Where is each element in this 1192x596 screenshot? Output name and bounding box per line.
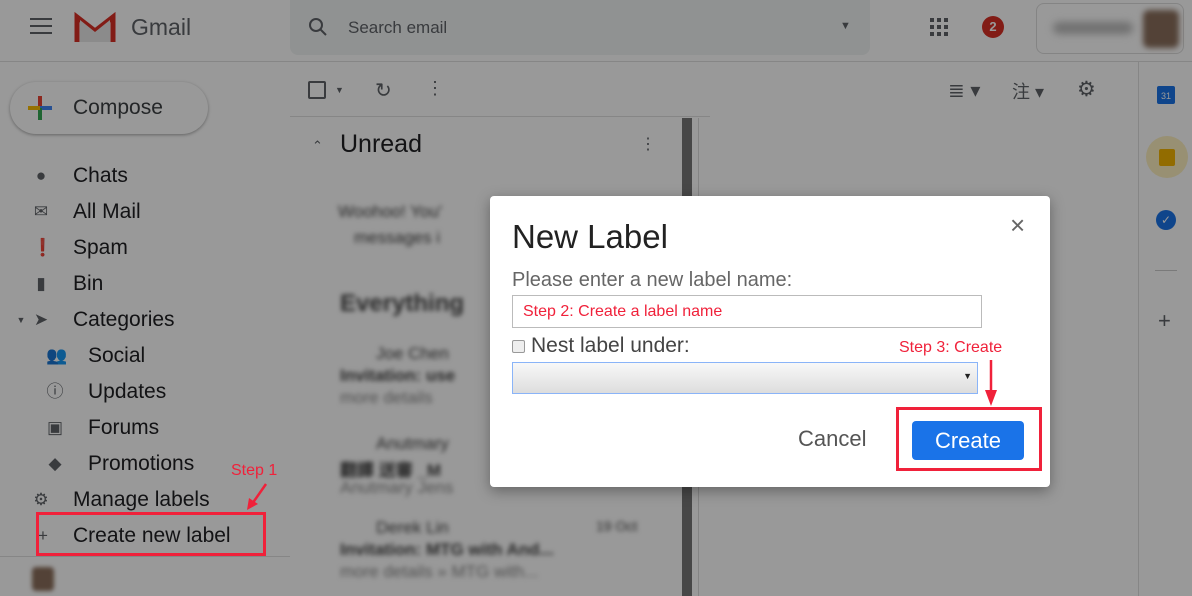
nest-label-checkbox[interactable] — [512, 340, 525, 353]
label-name-input[interactable] — [512, 295, 982, 328]
step1-arrow-icon — [247, 483, 268, 510]
dialog-title: New Label — [512, 218, 668, 255]
step3-arrow-icon — [985, 360, 997, 406]
label-name-prompt: Please enter a new label name: — [512, 269, 793, 291]
cancel-button[interactable]: Cancel — [798, 426, 866, 452]
step3-annotation: Step 3: Create — [899, 339, 1003, 356]
nest-label-text: Nest label under: — [531, 334, 690, 357]
parent-label-select[interactable]: ▼ — [512, 362, 978, 394]
dropdown-arrow-icon: ▼ — [963, 371, 972, 381]
close-icon[interactable]: × — [1010, 210, 1025, 241]
step3-highlight — [896, 407, 1042, 471]
step1-annotation: Step 1 — [231, 462, 278, 479]
step1-highlight — [36, 512, 266, 556]
